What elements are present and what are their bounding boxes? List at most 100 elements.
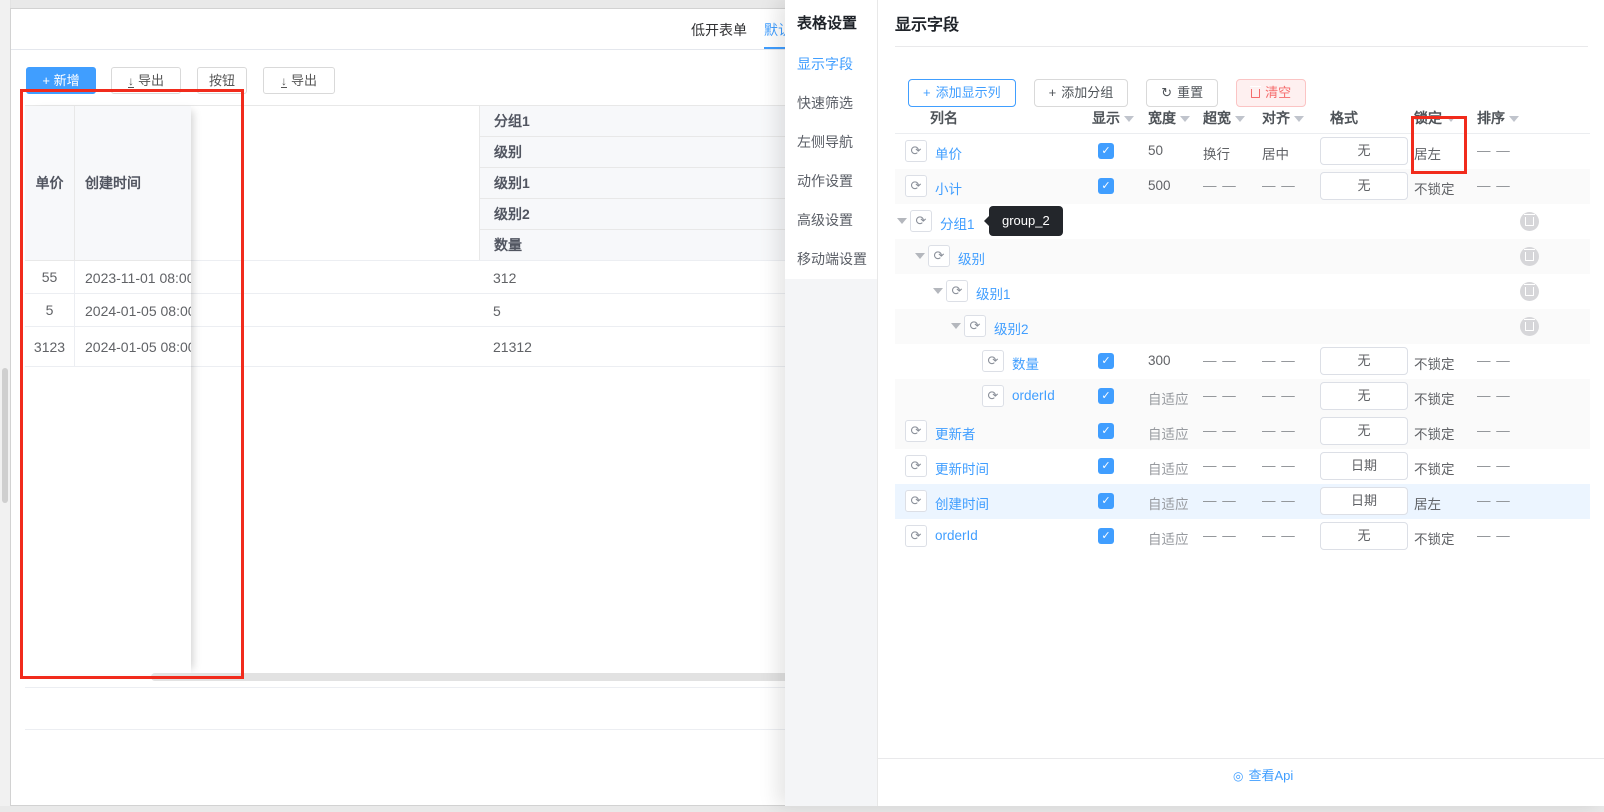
sidebar-item-高级设置[interactable]: 高级设置 [785,201,877,240]
trash-icon [1250,81,1262,107]
config-row-orderId: ⟳ orderId ✓ 自适应 — — — — 无不锁定 — — [895,379,1590,414]
cell-created-time: 2024-01-05 08:00 [85,302,191,319]
column-header-price[interactable]: 单价 [25,106,75,260]
sort-value: — — [1477,388,1511,403]
panel-footer-divider-line [878,758,1604,759]
column-name-link[interactable]: 数量 [1012,353,1039,373]
show-checkbox[interactable]: ✓ [1098,388,1114,404]
config-header-对齐[interactable]: 对齐 [1262,108,1304,128]
refresh-column-icon[interactable]: ⟳ [964,315,986,337]
generic-button[interactable]: 按钮 [197,67,247,94]
sidebar-item-移动端设置[interactable]: 移动端设置 [785,240,877,279]
lock-value: 不锁定 [1414,182,1455,197]
column-name-link[interactable]: orderId [935,528,978,543]
expand-caret-icon[interactable] [933,288,943,294]
show-checkbox[interactable]: ✓ [1098,493,1114,509]
overflow-value: — — [1203,388,1237,403]
expand-caret-icon[interactable] [951,323,961,329]
view-api-link[interactable]: ◎ 查看Api [1233,765,1293,784]
delete-group-button[interactable] [1520,212,1539,231]
cell-created-time: 2023-11-01 08:00 [85,269,191,286]
fixed-columns-header: 单价 创建时间 [25,106,191,261]
column-name-link[interactable]: 分组1 [940,213,975,233]
column-name-link[interactable]: 级别1 [976,283,1011,303]
column-name-link[interactable]: 创建时间 [935,493,989,513]
refresh-column-icon[interactable]: ⟳ [910,210,932,232]
column-name-link[interactable]: 单价 [935,143,962,163]
config-header-列名[interactable]: 列名 [930,108,958,128]
sidebar-item-快速筛选[interactable]: 快速筛选 [785,84,877,123]
sidebar-item-显示字段[interactable]: 显示字段 [785,45,877,84]
column-header-created-time[interactable]: 创建时间 [75,106,191,260]
config-header-宽度[interactable]: 宽度 [1148,108,1190,128]
refresh-column-icon[interactable]: ⟳ [905,525,927,547]
show-checkbox[interactable]: ✓ [1098,178,1114,194]
export-button[interactable]: ↓ 导出 [111,67,181,94]
column-name-link[interactable]: 更新时间 [935,458,989,478]
add-display-column-button[interactable]: + 添加显示列 [908,79,1016,107]
column-name-link[interactable]: 小计 [935,178,962,198]
delete-group-button[interactable] [1520,247,1539,266]
column-name-link[interactable]: 更新者 [935,423,976,443]
delete-group-button[interactable] [1520,317,1539,336]
expand-caret-icon[interactable] [897,218,907,224]
cell-quantity: 312 [493,269,517,286]
show-checkbox[interactable]: ✓ [1098,528,1114,544]
refresh-column-icon[interactable]: ⟳ [905,420,927,442]
column-name-link[interactable]: 级别2 [994,318,1029,338]
delete-group-button[interactable] [1520,282,1539,301]
sort-value: — — [1477,528,1511,543]
show-checkbox[interactable]: ✓ [1098,423,1114,439]
format-select[interactable]: 日期 [1320,452,1408,480]
export-button-2[interactable]: ↓ 导出 [263,67,335,94]
config-header-超宽[interactable]: 超宽 [1203,108,1245,128]
refresh-column-icon[interactable]: ⟳ [905,490,927,512]
overflow-value: — — [1203,178,1237,193]
config-header-锁定[interactable]: 锁定 [1414,108,1456,128]
trash-glyph [1250,86,1262,98]
cell-price: 5 [25,294,75,327]
config-header-格式[interactable]: 格式 [1330,108,1358,128]
format-select[interactable]: 日期 [1320,487,1408,515]
config-header-label: 列名 [930,110,958,126]
column-name-link[interactable]: 级别 [958,248,985,268]
tab-low-open-form[interactable]: 低开表单 [691,20,747,40]
align-value: — — [1262,423,1296,438]
sort-caret-icon [1446,116,1456,123]
format-select[interactable]: 无 [1320,417,1408,445]
scrollbar-thumb[interactable] [2,368,8,503]
format-select[interactable]: 无 [1320,347,1408,375]
add-button[interactable]: + 新增 [26,67,96,94]
add-group-button[interactable]: + 添加分组 [1033,79,1129,107]
refresh-column-icon[interactable]: ⟳ [905,175,927,197]
config-row-更新时间: ⟳ 更新时间 ✓ 自适应 — — — — 日期 不锁定 — — [895,449,1590,484]
config-header-label: 格式 [1330,110,1358,126]
table-settings-drawer: 表格设置 显示字段 快速筛选 左侧导航 动作设置 高级设置 移动端设置 显示字段 + 添加显… [785,0,1604,806]
refresh-column-icon[interactable]: ⟳ [982,385,1004,407]
expand-caret-icon[interactable] [915,253,925,259]
clear-button[interactable]: 清空 [1236,79,1307,107]
refresh-column-icon[interactable]: ⟳ [982,350,1004,372]
sort-value: — — [1477,178,1511,193]
show-checkbox[interactable]: ✓ [1098,143,1114,159]
refresh-column-icon[interactable]: ⟳ [905,140,927,162]
sidebar-item-左侧导航[interactable]: 左侧导航 [785,123,877,162]
overflow-value: 换行 [1203,147,1230,162]
format-select[interactable]: 无 [1320,172,1408,200]
show-checkbox[interactable]: ✓ [1098,458,1114,474]
config-header-排序[interactable]: 排序 [1477,108,1519,128]
format-select[interactable]: 无 [1320,137,1408,165]
config-header-显示[interactable]: 显示 [1092,108,1134,128]
reset-button[interactable]: ↻ 重置 [1146,79,1219,107]
lock-value: 不锁定 [1414,462,1455,477]
sidebar-item-动作设置[interactable]: 动作设置 [785,162,877,201]
show-checkbox[interactable]: ✓ [1098,353,1114,369]
width-value: 自适应 [1148,462,1189,477]
format-select[interactable]: 无 [1320,382,1408,410]
refresh-column-icon[interactable]: ⟳ [928,245,950,267]
refresh-column-icon[interactable]: ⟳ [905,455,927,477]
format-select[interactable]: 无 [1320,522,1408,550]
refresh-column-icon[interactable]: ⟳ [946,280,968,302]
table-horizontal-scrollbar[interactable] [151,673,796,681]
column-name-link[interactable]: orderId [1012,388,1055,403]
